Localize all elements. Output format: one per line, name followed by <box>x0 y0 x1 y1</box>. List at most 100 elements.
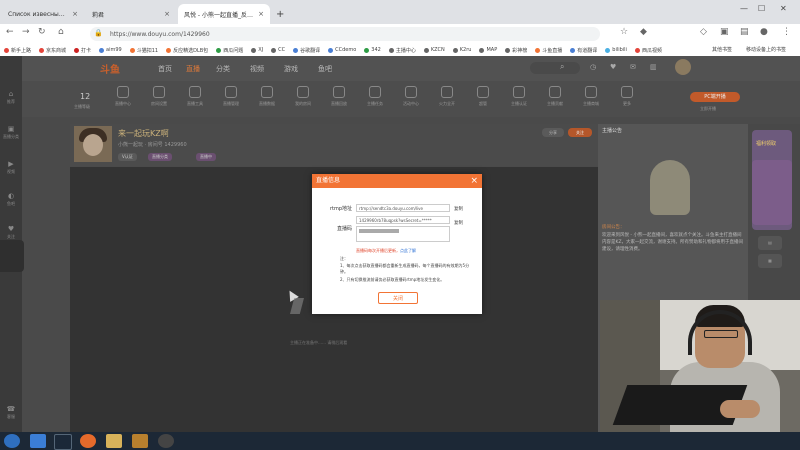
bookmark-item[interactable]: 彩神榜 <box>505 47 527 54</box>
left-nav-item[interactable]: ⌂ 推荐 <box>0 90 22 105</box>
rtmp-url-field[interactable]: rtmp://sendtc3a.douyu.com/live <box>356 204 450 212</box>
left-nav-support[interactable]: ☎ 客服 <box>0 405 22 420</box>
explorer-icon[interactable] <box>106 434 122 448</box>
copy-rtmp-button[interactable]: 复制 <box>454 206 463 212</box>
left-nav-item[interactable]: ♥ 关注 <box>0 225 22 240</box>
app-icon[interactable]: ▥ <box>650 63 657 71</box>
bookmark-item[interactable]: 新手上路 <box>4 47 31 54</box>
nav-game[interactable]: 游戏 <box>284 64 298 74</box>
func-item[interactable]: 房间设置 <box>146 86 172 107</box>
cs-icon[interactable] <box>132 434 148 448</box>
back-icon[interactable]: ← <box>6 27 14 37</box>
side-button[interactable]: ▤ <box>758 236 782 250</box>
left-nav-item[interactable]: ▶ 视频 <box>0 160 22 175</box>
bookmark-item[interactable]: MAP <box>479 47 497 53</box>
bookmark-item[interactable]: 西瓜视频 <box>634 47 662 54</box>
obs-icon[interactable] <box>158 434 174 448</box>
bookmark-item[interactable]: KZCN <box>423 47 445 53</box>
func-item[interactable]: 火力全开 <box>434 86 460 107</box>
pc-live-button[interactable]: PC端开播 <box>690 92 740 102</box>
maximize-icon[interactable]: ☐ <box>758 4 765 13</box>
close-icon[interactable]: × <box>258 10 264 18</box>
promo-banner-inner[interactable] <box>752 160 792 225</box>
close-window-icon[interactable]: ✕ <box>780 4 787 13</box>
func-item[interactable]: 直播工具 <box>182 86 208 107</box>
func-item[interactable]: 直播中心 <box>110 86 136 107</box>
sidebar-toggle[interactable] <box>0 240 24 272</box>
follow-icon[interactable]: ♥ <box>610 63 616 71</box>
learn-more-link[interactable]: 点此了解 <box>400 248 416 253</box>
func-item[interactable]: 主播贡献 <box>542 86 568 107</box>
extension-icon[interactable]: ◇ <box>700 27 707 37</box>
browser-tab-2[interactable]: 莉君 × <box>86 4 176 24</box>
extension-icon[interactable]: ▤ <box>740 27 749 37</box>
avatar[interactable] <box>675 59 691 75</box>
profile-icon[interactable]: ● <box>760 27 768 37</box>
left-nav-item[interactable]: ◐ 鱼吧 <box>0 192 22 207</box>
bookmark-folder[interactable]: 其他书签 <box>712 46 732 53</box>
func-item[interactable]: 直播数据 <box>254 86 280 107</box>
close-icon[interactable]: × <box>470 174 478 188</box>
bookmark-item[interactable]: 西瓜问题 <box>216 47 243 54</box>
message-icon[interactable]: ✉ <box>630 63 636 71</box>
bookmark-item[interactable]: CC <box>271 47 285 53</box>
star-icon[interactable]: ☆ <box>620 27 628 37</box>
extension-icon[interactable]: ▣ <box>720 27 729 37</box>
func-item[interactable]: 主播商城 <box>578 86 604 107</box>
nav-video[interactable]: 视频 <box>250 64 264 74</box>
close-button[interactable]: 关闭 <box>378 292 418 304</box>
bookmark-item[interactable]: 反应精选DLB包 <box>166 47 208 54</box>
close-icon[interactable]: × <box>72 10 78 18</box>
code-field[interactable]: 1429960rb78uqpsk?wsSecret=***** <box>356 216 450 224</box>
bookmark-item[interactable]: 斗猫扣11 <box>129 47 158 54</box>
start-icon[interactable] <box>4 434 20 448</box>
code-masked-field[interactable] <box>356 226 450 242</box>
bookmark-item[interactable]: 主播中心 <box>388 47 416 54</box>
func-item[interactable]: 超管 <box>470 86 496 107</box>
pc-live-sub[interactable]: 立即开播 <box>700 106 716 112</box>
history-icon[interactable]: ◷ <box>590 63 596 71</box>
func-item[interactable]: 我的房间 <box>290 86 316 107</box>
bookmark-item[interactable]: aim99 <box>99 47 122 53</box>
share-button[interactable]: 分享 <box>542 128 564 137</box>
new-tab-button[interactable]: + <box>276 9 284 20</box>
site-logo[interactable]: 斗鱼 <box>100 61 120 76</box>
side-button[interactable]: ▦ <box>758 254 782 268</box>
bookmark-item[interactable]: bilibili <box>605 47 627 53</box>
browser-tab-1[interactable]: Список извесных нам карт...× <box>2 4 84 24</box>
func-item[interactable]: 主播任务 <box>362 86 388 107</box>
func-item[interactable]: 直播管理 <box>218 86 244 107</box>
browser-tab-active[interactable]: 风悦 - 小熊一起直播_反应精选× <box>178 4 270 24</box>
search-input[interactable] <box>530 62 580 74</box>
bookmark-item[interactable]: 有道翻译 <box>570 47 597 54</box>
minimize-icon[interactable]: — <box>740 4 748 13</box>
extension-icon[interactable]: ◆ <box>640 27 647 37</box>
bookmark-item[interactable]: XJ <box>251 47 263 53</box>
follow-button[interactable]: 关注 <box>568 128 592 137</box>
firefox-icon[interactable] <box>80 434 96 448</box>
room-tag[interactable]: 直播中 <box>196 153 216 161</box>
left-nav-item[interactable]: ▣ 直播分类 <box>0 125 22 140</box>
bookmark-item[interactable]: 打卡 <box>74 47 91 54</box>
bookmark-item[interactable]: CCdemo <box>328 47 356 53</box>
forward-icon[interactable]: → <box>22 27 30 37</box>
bookmark-item[interactable]: 谷歌翻译 <box>293 47 320 54</box>
func-item[interactable]: 更多 <box>614 86 640 107</box>
bookmark-item[interactable]: K2ru <box>452 47 471 53</box>
bookmark-mobile[interactable]: 移动设备上的书签 <box>746 46 786 53</box>
bookmark-item[interactable]: 342 <box>364 47 381 53</box>
home-icon[interactable]: ⌂ <box>58 27 64 37</box>
nav-home[interactable]: 首页 <box>158 64 172 74</box>
copy-code-button[interactable]: 复制 <box>454 220 463 226</box>
room-tag[interactable]: 直播分类 <box>148 153 172 161</box>
steam-icon[interactable] <box>54 434 72 450</box>
func-item[interactable]: 直播回放 <box>326 86 352 107</box>
nav-live[interactable]: 直播 <box>186 64 200 74</box>
bookmark-item[interactable]: 京东商城 <box>39 47 66 54</box>
close-icon[interactable]: × <box>164 10 170 18</box>
nav-fishbar[interactable]: 鱼吧 <box>318 64 332 74</box>
chrome-icon[interactable] <box>30 434 46 448</box>
func-item[interactable]: 主播认证 <box>506 86 532 107</box>
search-icon[interactable]: ⌕ <box>560 62 564 72</box>
bookmark-item[interactable]: 斗鱼直播 <box>535 47 562 54</box>
